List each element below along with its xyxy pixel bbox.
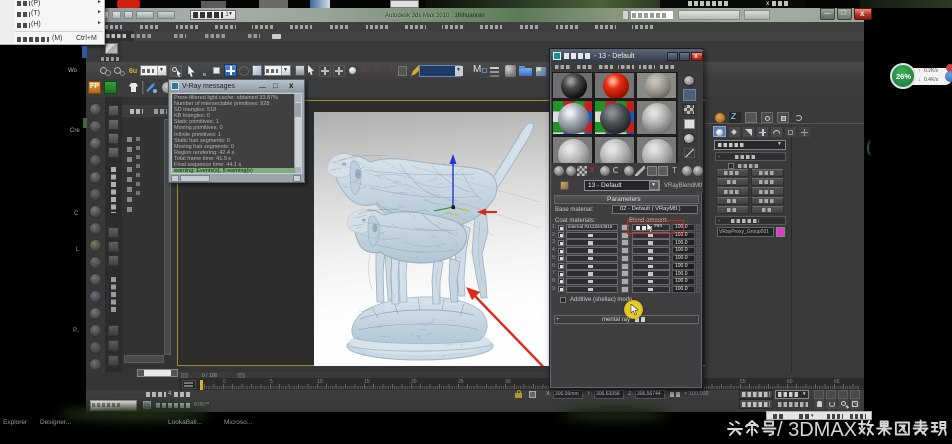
svg-text:/ 3DMAX: / 3DMAX bbox=[777, 419, 857, 441]
